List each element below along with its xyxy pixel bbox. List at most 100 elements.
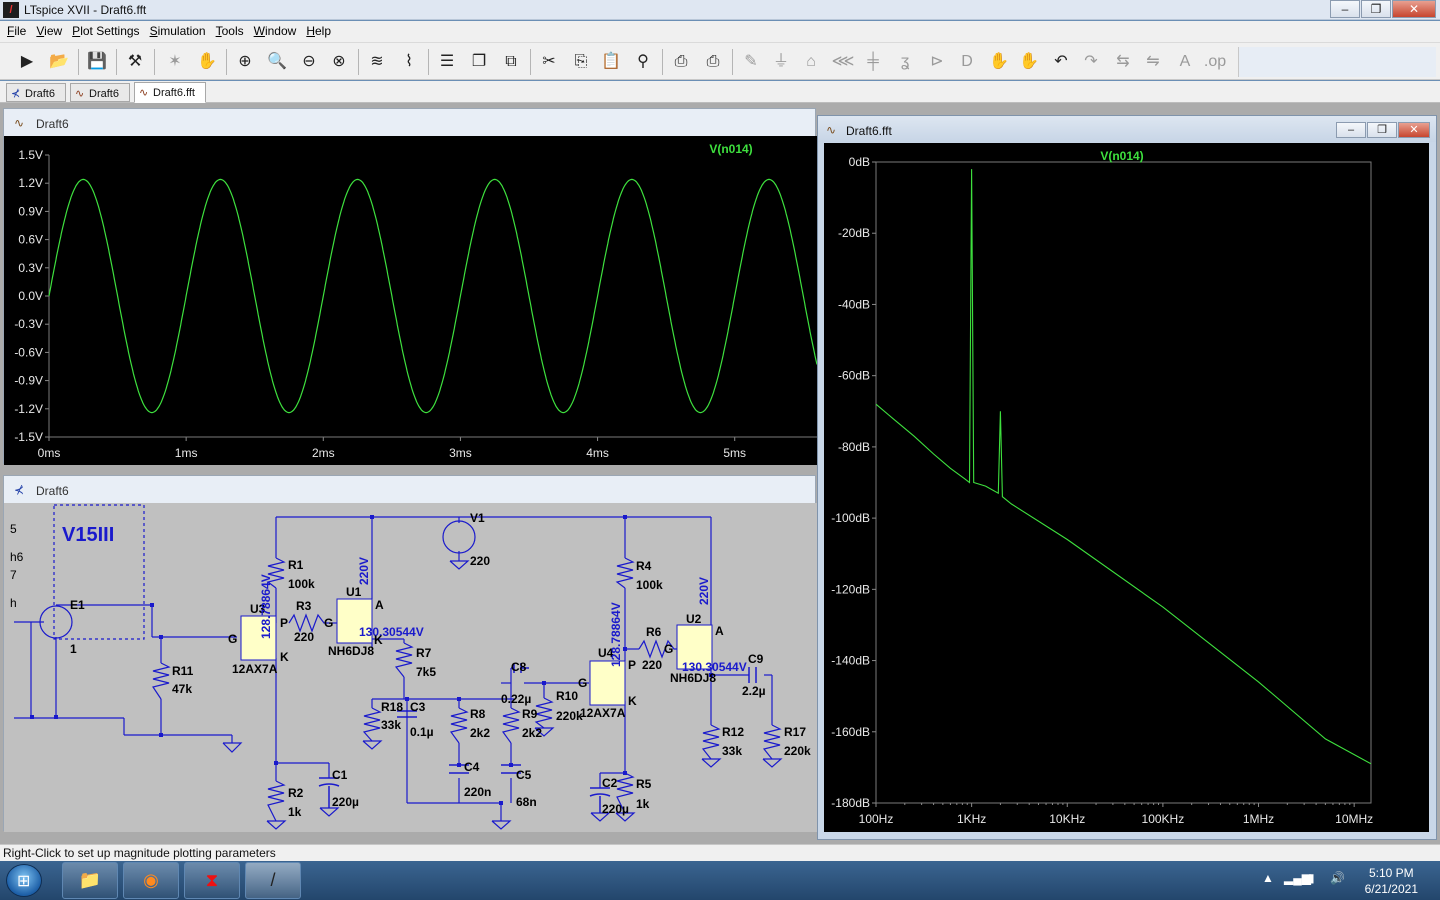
u1-type: NH6DJ8 [328, 644, 374, 658]
label-net-icon[interactable]: ⌂ [798, 50, 824, 74]
open-folder-icon[interactable]: 📂 [46, 50, 72, 74]
show-hidden-icons[interactable]: ▲ [1262, 871, 1274, 885]
x-tick-label: 1KHz [957, 812, 986, 826]
clock[interactable]: 5:10 PM 6/21/2021 [1365, 865, 1418, 897]
tile-horizontal-icon[interactable]: ☰ [434, 50, 460, 74]
r6-value: 220 [642, 658, 662, 672]
r4-value: 100k [636, 578, 663, 592]
text-icon[interactable]: A [1172, 50, 1198, 74]
waveform-icon: ∿ [139, 87, 149, 99]
ground-icon[interactable]: ⏚ [768, 50, 794, 74]
find-icon[interactable]: ⚲ [630, 50, 656, 74]
acrobat-taskbar-button[interactable]: ⧗ [184, 862, 240, 899]
print-setup-icon[interactable]: ⎙ [700, 50, 726, 74]
print-icon[interactable]: ⎙ [668, 50, 694, 74]
folder-icon: 📁 [78, 870, 102, 890]
menu-window[interactable]: Window [249, 21, 302, 42]
start-button[interactable]: ⊞ [6, 864, 42, 897]
halt-icon[interactable]: ✶ [162, 50, 188, 74]
zoom-in-icon[interactable]: ⊕ [232, 50, 258, 74]
tab-schematic[interactable]: ⊀ Draft6 [6, 83, 66, 102]
u1-voltage: 130.30544V [359, 625, 424, 639]
fft-minimize-button[interactable]: – [1336, 122, 1366, 138]
waveform-icon: ∿ [826, 123, 837, 137]
save-icon[interactable]: 💾 [84, 50, 110, 74]
partial-label: 7 [10, 568, 17, 582]
r1-value: 100k [288, 577, 315, 591]
menu-plot-settings[interactable]: Plot Settings [67, 21, 144, 42]
x-tick-label: 0ms [38, 446, 61, 460]
mdi-workspace: ∿ Draft6 V(n014) 1.5V 1.2V 0.9V 0.6V 0.3V 0.0… [0, 103, 1440, 844]
wifi-signal-icon[interactable]: ▂▄▆ [1284, 871, 1311, 885]
x-tick-label: 3ms [449, 446, 472, 460]
zoom-cancel-icon[interactable]: ⊗ [326, 50, 352, 74]
drag-icon[interactable]: ✋ [1016, 50, 1042, 74]
menu-file[interactable]: File [2, 21, 31, 42]
diode-icon[interactable]: ⊳ [924, 50, 950, 74]
power-icon[interactable]: ▮ [1308, 871, 1315, 885]
y-tick-label: -20dB [838, 226, 870, 240]
move-icon[interactable]: ✋ [986, 50, 1012, 74]
r5-value: 1k [636, 797, 650, 811]
undo-icon[interactable]: ↶ [1048, 50, 1074, 74]
waveform-panel-title: Draft6 [36, 117, 69, 131]
inductor-icon[interactable]: ʓ [892, 50, 918, 74]
y-tick-label: -0.6V [14, 345, 43, 359]
x-tick-label: 100Hz [859, 812, 894, 826]
fft-plot[interactable]: V(n014) 0dB -20dB -40dB -60dB -80dB -100dB -12… [824, 143, 1429, 832]
volume-icon[interactable]: 🔊 [1330, 871, 1345, 885]
mirror-icon[interactable]: ⇋ [1140, 50, 1166, 74]
menu-help[interactable]: Help [301, 21, 336, 42]
run-icon[interactable]: ▶ [14, 50, 40, 74]
redo-icon[interactable]: ↷ [1078, 50, 1104, 74]
spice-directive-icon[interactable]: .op [1202, 50, 1228, 74]
pan-icon[interactable]: ✋ [194, 50, 220, 74]
maximize-button[interactable]: ❐ [1361, 0, 1391, 18]
c4-value: 220n [464, 785, 491, 799]
menu-bar: File View Plot Settings Simulation Tools… [0, 21, 1440, 42]
schematic-canvas[interactable]: V15III 5 h6 7 h E1 1 R11 47k U3 12AX7A 1… [4, 503, 817, 832]
control-panel-icon[interactable]: ⚒ [122, 50, 148, 74]
tab-fft[interactable]: ∿ Draft6.fft [134, 82, 206, 103]
cut-icon[interactable]: ✂ [536, 50, 562, 74]
copy-icon[interactable]: ⎘ [568, 50, 594, 74]
r8-label: R8 [470, 707, 486, 721]
tab-waveform[interactable]: ∿ Draft6 [70, 83, 130, 102]
fft-maximize-button[interactable]: ❐ [1367, 122, 1397, 138]
cascade-icon[interactable]: ❐ [466, 50, 492, 74]
ltspice-taskbar-button[interactable]: / [245, 862, 301, 899]
draw-wire-icon[interactable]: ✎ [738, 50, 764, 74]
zoom-fit-icon[interactable]: 🔍 [264, 50, 290, 74]
toolbar-empty-region [1238, 47, 1436, 77]
toolbar: ▶ 📂 💾 ⚒ ✶ ✋ ⊕ 🔍 ⊖ ⊗ ≋ ⌇ ☰ ❐ ⧉ ✂ ⎘ 📋 ⚲ ⎙ … [0, 42, 1440, 80]
resistor-icon[interactable]: ⋘ [830, 50, 856, 74]
fft-close-button[interactable]: ✕ [1398, 122, 1430, 138]
c3-label: C3 [410, 700, 426, 714]
paste-icon[interactable]: 📋 [598, 50, 624, 74]
trace-label[interactable]: V(n014) [1100, 149, 1143, 163]
trace-label[interactable]: V(n014) [709, 142, 752, 156]
tile-vertical-icon[interactable]: ⧉ [498, 50, 524, 74]
zoom-out-icon[interactable]: ⊖ [296, 50, 322, 74]
minimize-button[interactable]: – [1330, 0, 1360, 18]
component-icon[interactable]: D [954, 50, 980, 74]
capacitor-icon[interactable]: ╪ [860, 50, 886, 74]
pick-visible-traces-icon[interactable]: ⌇ [396, 50, 422, 74]
u1-pin-a: A [375, 598, 384, 612]
firefox-taskbar-button[interactable]: ◉ [123, 862, 179, 899]
menu-view[interactable]: View [31, 21, 67, 42]
transient-plot[interactable]: V(n014) 1.5V 1.2V 0.9V 0.6V 0.3V 0.0V -0.3V -0.… [4, 136, 817, 465]
waveform-icon: ∿ [75, 88, 85, 100]
partial-label: h [10, 596, 17, 610]
menu-simulation[interactable]: Simulation [145, 21, 211, 42]
r18-value: 33k [381, 718, 401, 732]
y-tick-label: -160dB [831, 725, 870, 739]
fft-window-titlebar: ∿ Draft6.fft – ❐ ✕ [818, 116, 1436, 142]
explorer-taskbar-button[interactable]: 📁 [62, 862, 118, 899]
r3-label: R3 [296, 599, 312, 613]
close-button[interactable]: ✕ [1392, 0, 1436, 18]
autorange-icon[interactable]: ≋ [364, 50, 390, 74]
rotate-icon[interactable]: ⇆ [1110, 50, 1136, 74]
e1-label: E1 [70, 598, 85, 612]
menu-tools[interactable]: Tools [211, 21, 249, 42]
